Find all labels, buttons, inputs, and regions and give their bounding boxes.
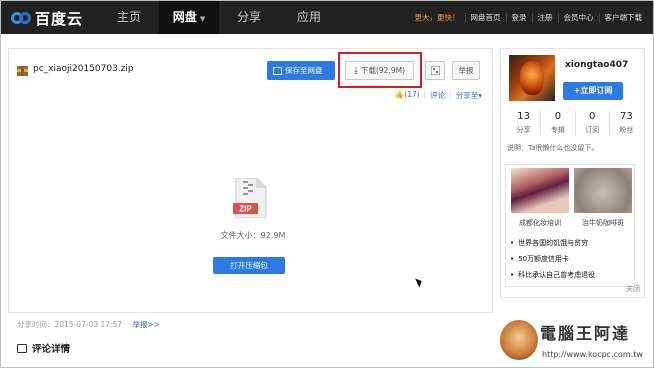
chevron-down-icon: ▼ [199,15,206,23]
save-icon [273,66,282,75]
watermark-url: http://www.kocpc.com.tw [542,350,643,359]
cloud-logo-icon [11,11,33,25]
ad-image-makeup[interactable] [511,168,569,213]
like-count: (17) [404,90,420,99]
ad-link[interactable]: 世界各国的饥饿与贫穷 [510,238,595,248]
nav-tab-share[interactable]: 分享 [219,1,279,34]
watermark-mascot-icon [500,320,538,360]
ad-caption[interactable]: 治牛奶咖啡斑 [574,218,632,228]
top-nav: 百度云 主页 网盘 ▼ 分享 应用 更大，更快！ 网盘首页 登录 注册 会员中心 … [1,1,653,34]
stat-label: 订阅 [585,126,600,134]
stat-albums[interactable]: 0 专辑 [540,111,574,135]
archive-file-icon [17,66,28,76]
comment-icon [17,343,27,353]
file-size: 文件大小：92.9M [220,231,286,240]
ad-link[interactable]: 50万额度信用卡 [510,254,595,264]
like-button[interactable]: 👍(17) [395,90,420,101]
subscribe-button[interactable]: +立即订阅 [563,82,623,100]
stat-count: 0 [588,111,596,122]
report-button[interactable]: 举报 [452,61,480,80]
stat-fans[interactable]: 73 粉丝 [608,111,643,135]
nav-tab-home[interactable]: 主页 [99,1,159,34]
avatar[interactable] [509,55,555,101]
nav-link-netdisk-home[interactable]: 网盘首页 [464,12,506,23]
brand-name: 百度云 [35,9,84,28]
nav-tab-label: 网盘 [172,10,197,24]
nav-link-member-center[interactable]: 会员中心 [557,12,599,23]
save-label: 保存至网盘 [285,66,323,75]
qr-code-icon [430,66,440,75]
comments-header: 评论详情 [17,341,70,355]
username[interactable]: xiongtao407 [565,60,628,70]
qr-code-button[interactable] [425,61,445,80]
ad-link[interactable]: 科比承认自己曾考虑退役 [510,270,595,280]
share-to-label: 分享至 [455,91,479,100]
ad-close-link[interactable]: 关闭 [626,284,640,294]
stat-label: 专辑 [550,126,565,134]
share-time: 分享时间：2015-07-03 17:57 [17,320,123,329]
zip-badge: ZIP [239,205,252,214]
divider: | [423,90,427,99]
stat-count: 13 [517,111,530,122]
stat-shares[interactable]: 13 分享 [507,111,540,135]
user-stats: 13 分享 0 专辑 0 订阅 73 粉丝 [507,111,643,135]
nav-tabs: 主页 网盘 ▼ 分享 应用 [99,1,339,34]
download-highlight-box [338,52,422,88]
watermark-title: 電腦王阿達 [540,324,631,343]
divider: | [449,90,452,99]
chevron-down-icon: ▾ [478,91,482,100]
share-to-link[interactable]: 分享至▾ [456,90,482,101]
nav-tab-apps[interactable]: 应用 [279,1,339,34]
stat-label: 粉丝 [619,126,634,134]
nav-link-register[interactable]: 注册 [531,12,558,23]
thumbs-up-icon: 👍 [394,90,405,99]
user-bio: 说明：Ta很懒什么也没留下。 [507,144,599,152]
stat-subscriptions[interactable]: 0 订阅 [574,111,609,135]
stat-count: 73 [620,111,633,122]
report-link[interactable]: 举报>> [132,320,160,329]
baidu-cloud-logo[interactable]: 百度云 [11,7,83,29]
file-actions: 👍(17) | 评论 | 分享至▾ [395,90,482,101]
ad-image-skin[interactable] [574,168,632,213]
nav-link-login[interactable]: 登录 [505,12,532,23]
share-meta: 分享时间：2015-07-03 17:57 举报>> [17,319,160,330]
ad-caption[interactable]: 成都化妆培训 [511,218,569,228]
zip-file-icon: ZIP [233,178,267,218]
ad-list: 世界各国的饥饿与贫穷 50万额度信用卡 科比承认自己曾考虑退役 [510,238,595,286]
file-name: pc_xiaoji20150703.zip [33,64,134,74]
promo-link[interactable]: 更大，更快！ [410,13,465,23]
nav-links: 更大，更快！ 网盘首页 登录 注册 会员中心 客户端下载 [410,1,648,34]
save-to-netdisk-button[interactable]: 保存至网盘 [267,61,335,80]
open-archive-button[interactable]: 打开压缩包 [213,257,285,274]
comment-link[interactable]: 评论 [430,90,445,101]
stat-count: 0 [554,111,562,122]
watermark: 電腦王阿達 http://www.kocpc.com.tw [500,318,650,366]
comments-title: 评论详情 [32,344,71,355]
nav-link-client-download[interactable]: 客户端下载 [598,12,648,23]
nav-tab-netdisk[interactable]: 网盘 ▼ [159,1,219,34]
stat-label: 分享 [516,126,531,134]
